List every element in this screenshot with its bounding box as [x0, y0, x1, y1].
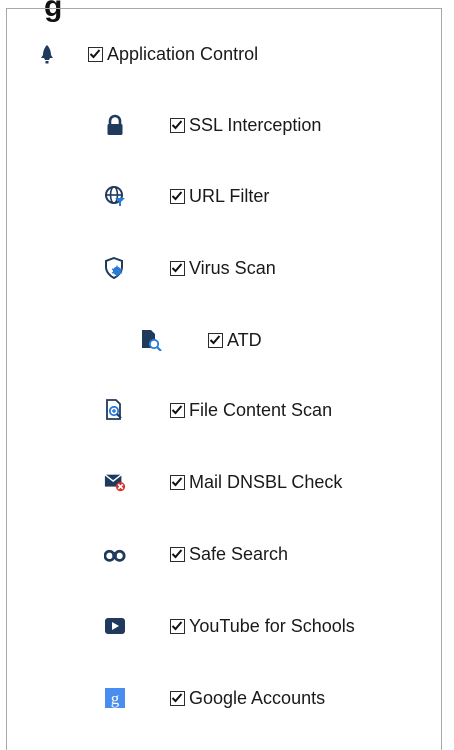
- globe-filter-icon: [104, 185, 126, 207]
- feature-row-mail-dnsbl-check: Mail DNSBL Check: [104, 468, 342, 496]
- safe-search-checkbox[interactable]: [170, 546, 185, 562]
- virus-scan-label: Virus Scan: [189, 257, 276, 278]
- rocket-icon: [36, 43, 58, 65]
- ssl-interception-checkbox[interactable]: [170, 117, 185, 133]
- youtube-for-schools-checkbox[interactable]: [170, 618, 185, 634]
- ssl-interception-label: SSL Interception: [189, 114, 322, 135]
- atd-checkbox[interactable]: [208, 332, 223, 348]
- feature-row-safe-search: Safe Search: [104, 540, 288, 568]
- file-magnifier-icon: [140, 329, 162, 351]
- youtube-play-icon: [104, 615, 126, 637]
- mail-blocked-icon: [104, 471, 126, 493]
- application-control-checkbox[interactable]: [88, 46, 103, 62]
- file-zoom-icon: [104, 399, 126, 421]
- feature-row-youtube-for-schools: YouTube for Schools: [104, 612, 355, 640]
- feature-panel-window: g Application Control SSL Interception U…: [0, 0, 454, 750]
- google-accounts-checkbox[interactable]: [170, 690, 185, 706]
- shield-bug-icon: [104, 257, 126, 279]
- binoculars-icon: [104, 543, 126, 565]
- safe-search-label: Safe Search: [189, 543, 289, 564]
- svg-text:g: g: [111, 689, 120, 708]
- feature-row-application-control: Application Control: [36, 40, 258, 68]
- feature-row-atd: ATD: [140, 326, 262, 354]
- feature-row-google-accounts: g Google Accounts: [104, 684, 325, 712]
- mail-dnsbl-check-label: Mail DNSBL Check: [189, 471, 343, 492]
- lock-icon: [104, 114, 126, 136]
- feature-row-ssl-interception: SSL Interception: [104, 111, 321, 139]
- virus-scan-checkbox[interactable]: [170, 260, 185, 276]
- google-icon: g: [104, 687, 126, 709]
- feature-row-url-filter: URL Filter: [104, 182, 269, 210]
- url-filter-checkbox[interactable]: [170, 188, 185, 204]
- mail-dnsbl-check-checkbox[interactable]: [170, 474, 185, 490]
- file-content-scan-label: File Content Scan: [189, 399, 333, 420]
- youtube-for-schools-label: YouTube for Schools: [189, 615, 355, 636]
- feature-row-file-content-scan: File Content Scan: [104, 396, 332, 424]
- file-content-scan-checkbox[interactable]: [170, 402, 185, 418]
- application-control-label: Application Control: [107, 43, 259, 64]
- url-filter-label: URL Filter: [189, 185, 270, 206]
- atd-label: ATD: [227, 329, 262, 350]
- feature-row-virus-scan: Virus Scan: [104, 254, 276, 282]
- google-accounts-label: Google Accounts: [189, 687, 326, 708]
